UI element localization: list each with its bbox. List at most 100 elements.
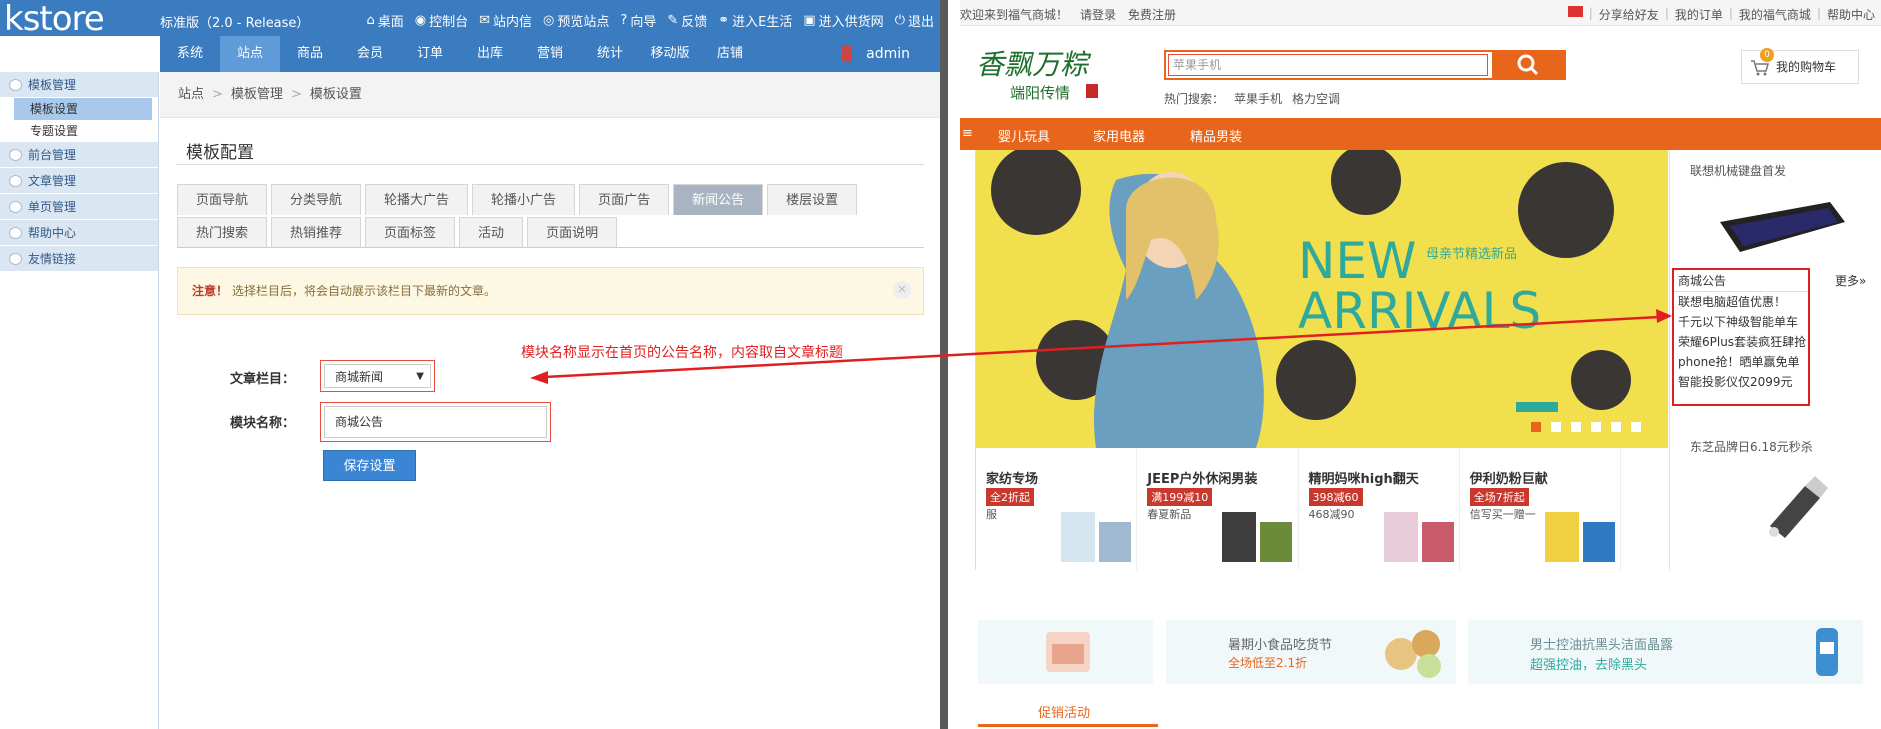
bottom-ad[interactable]: 男士控油抗黑头洁面晶露 超强控油，去除黑头 bbox=[1468, 620, 1863, 684]
side-ad-top[interactable]: 联想机械键盘首发 bbox=[1690, 162, 1786, 179]
top-link[interactable]: ⏻ 退出 bbox=[895, 11, 934, 30]
dropdown-arrow-icon: ▼ bbox=[416, 371, 424, 382]
config-tab[interactable]: 热门搜索 bbox=[177, 217, 268, 248]
bottom-ad[interactable] bbox=[978, 620, 1153, 684]
nav-item[interactable]: 精品男装 bbox=[1190, 126, 1242, 145]
module-name-input[interactable]: 商城公告 bbox=[320, 402, 551, 442]
category-strip bbox=[960, 150, 976, 570]
sidebar-group[interactable]: 文章管理 bbox=[0, 168, 158, 194]
notice-more-link[interactable]: 更多» bbox=[1835, 272, 1866, 289]
product-image bbox=[1222, 512, 1293, 562]
dashboard-icon: ◉ bbox=[414, 13, 427, 28]
config-tab[interactable]: 楼层设置 bbox=[767, 184, 858, 215]
product-card[interactable]: 伊利奶粉巨献 全场7折起 信写买一赠一 bbox=[1459, 448, 1621, 570]
admin-user[interactable]: admin bbox=[866, 46, 910, 62]
category-select[interactable]: 商城新闻 ▼ bbox=[320, 360, 435, 392]
config-tab[interactable]: 活动 bbox=[459, 217, 524, 248]
notice-item[interactable]: phone抢！晒单赢免单 bbox=[1674, 352, 1808, 372]
sidebar-group[interactable]: 帮助中心 bbox=[0, 220, 158, 246]
search-button[interactable] bbox=[1492, 52, 1564, 78]
product-card[interactable]: 精明妈咪high翻天 398减60 468减90 bbox=[1298, 448, 1460, 570]
top-links: ⌂ 桌面 ◉ 控制台 ✉ 站内信 ◎ 预览站点 ? 向导 ✎ 反馈 ⚭ 进入E生活 ▣ 进入供货网 ⏻ 退出 bbox=[366, 11, 934, 30]
top-link-label: 退出 bbox=[907, 15, 934, 30]
sidebar-item[interactable]: 专题设置 bbox=[0, 120, 158, 142]
notice-item[interactable]: 联想电脑超值优惠！ bbox=[1674, 292, 1808, 312]
config-tab[interactable]: 分类导航 bbox=[271, 184, 362, 215]
search-input[interactable]: 苹果手机 bbox=[1168, 54, 1488, 76]
hot-item[interactable]: 苹果手机 bbox=[1234, 92, 1282, 106]
store-logo[interactable]: 香飘万粽 端阳传情 bbox=[974, 40, 1124, 106]
cart-button[interactable]: 0 我的购物车 bbox=[1741, 48, 1859, 84]
config-tab[interactable]: 页面标签 bbox=[365, 217, 456, 248]
register-link[interactable]: 免费注册 bbox=[1128, 8, 1176, 22]
store-top-link[interactable]: 我的订单 bbox=[1675, 6, 1723, 23]
top-link[interactable]: ? 向导 bbox=[620, 11, 656, 30]
top-link-label: 站内信 bbox=[493, 15, 533, 30]
link-icon: ⚭ bbox=[718, 13, 730, 28]
notice-item[interactable]: 荣耀6Plus套装疯狂肆抢 bbox=[1674, 332, 1808, 352]
menu-tab[interactable]: 营销 bbox=[520, 36, 580, 72]
product-card[interactable]: 家纺专场 全2折起服 bbox=[976, 448, 1138, 570]
store-top-link[interactable]: 帮助中心 bbox=[1827, 6, 1875, 23]
store-top-link[interactable]: 分享给好友 bbox=[1599, 6, 1659, 23]
top-link[interactable]: ▣ 进入供货网 bbox=[803, 11, 883, 30]
config-tab[interactable]: 轮播小广告 bbox=[472, 184, 576, 215]
menu-tab[interactable]: 系统 bbox=[160, 36, 220, 72]
config-tab[interactable]: 热销推荐 bbox=[271, 217, 362, 248]
group-icon bbox=[9, 253, 22, 265]
truck-icon: ▣ bbox=[803, 13, 816, 28]
nav-item[interactable]: 婴儿玩具 bbox=[998, 126, 1050, 145]
page-title: 模板配置 bbox=[186, 143, 254, 163]
top-link[interactable]: ✉ 站内信 bbox=[479, 11, 532, 30]
product-image bbox=[1383, 512, 1454, 562]
sidebar-group[interactable]: 前台管理 bbox=[0, 142, 158, 168]
menu-tab[interactable]: 站点 bbox=[220, 36, 280, 72]
notice-item[interactable]: 智能投影仪仅2099元 bbox=[1674, 372, 1808, 392]
notice-panel: 商城公告 联想电脑超值优惠！ 千元以下神级智能单车 荣耀6Plus套装疯狂肆抢 pho… bbox=[1672, 268, 1810, 406]
sidebar-item[interactable]: 模板设置 bbox=[14, 98, 152, 120]
top-link-label: 向导 bbox=[630, 15, 657, 30]
top-link[interactable]: ✎ 反馈 bbox=[667, 11, 707, 30]
notice-item[interactable]: 千元以下神级智能单车 bbox=[1674, 312, 1808, 332]
sidebar-group[interactable]: 单页管理 bbox=[0, 194, 158, 220]
close-icon[interactable]: ✕ bbox=[893, 281, 911, 299]
top-link[interactable]: ◉ 控制台 bbox=[415, 11, 468, 30]
sidebar-group[interactable]: 友情链接 bbox=[0, 246, 158, 272]
config-tab[interactable]: 页面导航 bbox=[177, 184, 268, 215]
menu-tab[interactable]: 移动版 bbox=[640, 36, 700, 72]
menu-icon[interactable]: ≡ bbox=[962, 126, 973, 141]
breadcrumb-item[interactable]: 模板管理 bbox=[231, 87, 283, 102]
product-tag: 满199减10 bbox=[1147, 488, 1213, 506]
product-tag: 全场7折起 bbox=[1469, 488, 1529, 506]
menu-tab[interactable]: 店铺 bbox=[700, 36, 760, 72]
product-card[interactable]: JEEP户外休闲男装 满199减10 春夏新品 bbox=[1137, 448, 1299, 570]
top-link[interactable]: ⌂ 桌面 bbox=[366, 11, 403, 30]
main-banner[interactable]: NEW ARRIVALS 母亲节精选新品 bbox=[976, 150, 1668, 448]
group-icon bbox=[9, 175, 22, 187]
save-button[interactable]: 保存设置 bbox=[323, 450, 416, 481]
hot-item[interactable]: 格力空调 bbox=[1292, 92, 1340, 106]
mail-icon[interactable] bbox=[1567, 6, 1583, 17]
top-link[interactable]: ⚭ 进入E生活 bbox=[718, 11, 792, 30]
menu-tab[interactable]: 会员 bbox=[340, 36, 400, 72]
menu-tab[interactable]: 统计 bbox=[580, 36, 640, 72]
config-tab[interactable]: 新闻公告 bbox=[673, 184, 764, 215]
menu-tab[interactable]: 订单 bbox=[400, 36, 460, 72]
top-link[interactable]: ◎ 预览站点 bbox=[543, 11, 609, 30]
login-link[interactable]: 请登录 bbox=[1080, 8, 1116, 22]
config-tab[interactable]: 页面广告 bbox=[579, 184, 670, 215]
sidebar-group-label: 文章管理 bbox=[28, 174, 77, 188]
module-name-value[interactable]: 商城公告 bbox=[324, 406, 547, 438]
nav-item[interactable]: 家用电器 bbox=[1093, 126, 1145, 145]
breadcrumb-item[interactable]: 站点 bbox=[178, 87, 204, 102]
promo-tab[interactable]: 促销活动 bbox=[1038, 702, 1090, 721]
store-top-link[interactable]: 我的福气商城 bbox=[1739, 6, 1811, 23]
bottom-ad[interactable]: 暑期小食品吃货节 全场低至2.1折 bbox=[1166, 620, 1456, 684]
menu-tab[interactable]: 出库 bbox=[460, 36, 520, 72]
top-link-label: 预览站点 bbox=[557, 15, 610, 30]
config-tab[interactable]: 轮播大广告 bbox=[365, 184, 469, 215]
sidebar-group[interactable]: 模板管理 bbox=[0, 72, 158, 98]
menu-tab[interactable]: 商品 bbox=[280, 36, 340, 72]
config-tab[interactable]: 页面说明 bbox=[527, 217, 618, 248]
side-ad-bottom[interactable]: 东芝品牌日6.18元秒杀 bbox=[1690, 438, 1813, 455]
